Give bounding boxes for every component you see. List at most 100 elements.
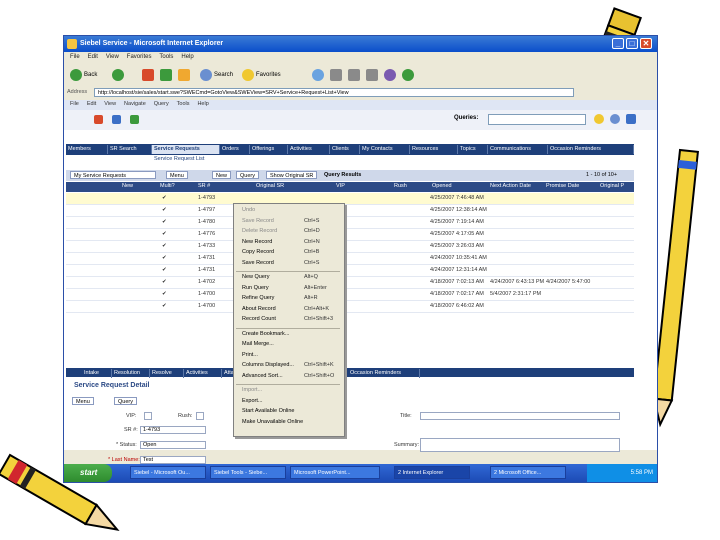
col-opened[interactable]: Opened <box>432 183 452 189</box>
menu-item[interactable]: Delete Record <box>242 228 277 234</box>
tab-resolution[interactable]: Resolution <box>112 369 150 378</box>
table-row[interactable]: ✔ 1-4793 4/25/2007 7:46:48 AM <box>66 193 634 205</box>
tab-detail-activities[interactable]: Activities <box>184 369 222 378</box>
detail-menu-button[interactable]: Menu <box>72 397 94 405</box>
maximize-button[interactable]: □ <box>626 38 638 49</box>
tab-topics[interactable]: Topics <box>458 145 488 154</box>
minimize-button[interactable]: _ <box>612 38 624 49</box>
menu-item[interactable]: Record Count <box>242 316 276 322</box>
close-button[interactable]: ✕ <box>640 38 652 49</box>
stop-icon[interactable] <box>142 69 154 81</box>
tab-service-requests[interactable]: Service Requests <box>152 145 220 154</box>
start-button[interactable]: start <box>64 464 112 482</box>
address-input[interactable]: http://localhost/sie/sales/start.swe?SWE… <box>94 88 574 97</box>
menu-item[interactable]: New Record <box>242 239 272 245</box>
sr-field[interactable]: 1-4793 <box>140 426 206 434</box>
title-field[interactable] <box>420 412 620 420</box>
tab-resources[interactable]: Resources <box>410 145 458 154</box>
new-button[interactable]: New <box>212 171 232 179</box>
app-menu-tools[interactable]: Tools <box>177 101 190 107</box>
ie-menu-favorites[interactable]: Favorites <box>127 54 152 60</box>
task-outlook[interactable]: Siebel - Microsoft Ou... <box>130 466 206 479</box>
favorites-label[interactable]: Favorites <box>256 72 281 78</box>
refresh-icon[interactable] <box>160 69 172 81</box>
home-page-icon[interactable] <box>112 115 121 124</box>
menu-item[interactable]: Advanced Sort... <box>242 373 283 379</box>
col-promise-date[interactable]: Promise Date <box>546 183 579 189</box>
summary-field[interactable] <box>420 438 620 452</box>
refresh-page-icon[interactable] <box>130 115 139 124</box>
col-original-p[interactable]: Original P <box>600 183 624 189</box>
screen-icon[interactable] <box>626 114 636 124</box>
table-row[interactable]: ✔ 1-4702 4/18/2007 7:02:13 AM 4/24/2007 6:4… <box>66 277 634 289</box>
table-row[interactable]: ✔ 1-4776 4/25/2007 4:17:05 AM <box>66 229 634 241</box>
media-icon[interactable] <box>312 69 324 81</box>
col-vip[interactable]: VIP <box>336 183 345 189</box>
menu-item[interactable]: Save Record <box>242 260 274 266</box>
menu-item[interactable]: Make Unavailable Online <box>242 419 303 425</box>
table-row[interactable]: ✔ 1-4700 4/18/2007 6:46:02 AM <box>66 301 634 313</box>
tab-sr-search[interactable]: SR Search <box>108 145 152 154</box>
detail-query-button[interactable]: Query <box>114 397 137 405</box>
view-select[interactable]: My Service Requests <box>70 171 156 179</box>
mail-icon[interactable] <box>330 69 342 81</box>
col-original-sr[interactable]: Original SR <box>256 183 284 189</box>
tab-communications[interactable]: Communications <box>488 145 548 154</box>
show-original-sr-button[interactable]: Show Original SR <box>266 171 318 179</box>
menu-item[interactable]: Run Query <box>242 285 269 291</box>
tab-activities[interactable]: Activities <box>288 145 330 154</box>
favorites-icon[interactable] <box>242 69 254 81</box>
query-button[interactable]: Query <box>236 171 259 179</box>
ie-menu-edit[interactable]: Edit <box>88 54 98 60</box>
tab-occasion-reminders[interactable]: Occasion Reminders <box>548 145 634 154</box>
back-icon[interactable] <box>70 69 82 81</box>
help-icon[interactable] <box>610 114 620 124</box>
table-row[interactable]: ✔ 1-4797 4/25/2007 12:38:14 AM <box>66 205 634 217</box>
app-menu-view[interactable]: View <box>104 101 116 107</box>
task-office[interactable]: 2 Microsoft Office... <box>490 466 566 479</box>
tab-orders[interactable]: Orders <box>220 145 250 154</box>
app-menu-file[interactable]: File <box>70 101 79 107</box>
menu-item[interactable]: Save Record <box>242 218 274 224</box>
table-row[interactable]: ✔ 1-4700 4/18/2007 7:02:17 AM 5/4/2007 2:31… <box>66 289 634 301</box>
yahoo-icon[interactable] <box>384 69 396 81</box>
home-icon[interactable] <box>178 69 190 81</box>
back-label[interactable]: Back <box>84 72 97 78</box>
last-name-field[interactable]: Test <box>140 456 206 464</box>
search-icon[interactable] <box>200 69 212 81</box>
menu-item[interactable]: Mail Merge... <box>242 341 274 347</box>
app-menu-query[interactable]: Query <box>154 101 169 107</box>
forward-icon[interactable] <box>112 69 124 81</box>
edit-icon[interactable] <box>366 69 378 81</box>
print-icon[interactable] <box>348 69 360 81</box>
menu-item[interactable]: Print... <box>242 352 258 358</box>
menu-item[interactable]: Export... <box>242 398 262 404</box>
tab-my-contacts[interactable]: My Contacts <box>360 145 410 154</box>
menu-button[interactable]: Menu <box>166 171 188 179</box>
ie-menu-file[interactable]: File <box>70 54 80 60</box>
col-new[interactable]: New <box>122 183 133 189</box>
task-siebel-tools[interactable]: Siebel Tools - Siebe... <box>210 466 286 479</box>
find-icon[interactable] <box>594 114 604 124</box>
table-row[interactable]: ✔ 1-4733 4/25/2007 3:26:03 AM <box>66 241 634 253</box>
menu-item[interactable]: Copy Record <box>242 249 274 255</box>
ie-menu-help[interactable]: Help <box>181 54 193 60</box>
tab-clients[interactable]: Clients <box>330 145 360 154</box>
menu-item[interactable]: New Query <box>242 274 270 280</box>
tab-offerings[interactable]: Offerings <box>250 145 288 154</box>
table-row[interactable]: ✔ 1-4731 4/24/2007 10:35:41 AM <box>66 253 634 265</box>
col-multi[interactable]: Multi? <box>160 183 175 189</box>
menu-item[interactable]: Start Available Online <box>242 408 295 414</box>
col-next-action-date[interactable]: Next Action Date <box>490 183 531 189</box>
ie-menu-view[interactable]: View <box>106 54 119 60</box>
task-powerpoint[interactable]: Microsoft PowerPoint... <box>290 466 380 479</box>
app-menu-edit[interactable]: Edit <box>87 101 96 107</box>
vip-checkbox[interactable] <box>144 412 152 420</box>
col-sr[interactable]: SR # <box>198 183 210 189</box>
tab-intake[interactable]: Intake <box>82 369 112 378</box>
site-map-icon[interactable] <box>94 115 103 124</box>
app-menu-help[interactable]: Help <box>197 101 208 107</box>
menu-item[interactable]: About Record <box>242 306 276 312</box>
menu-item[interactable]: Columns Displayed... <box>242 362 294 368</box>
rush-checkbox[interactable] <box>196 412 204 420</box>
